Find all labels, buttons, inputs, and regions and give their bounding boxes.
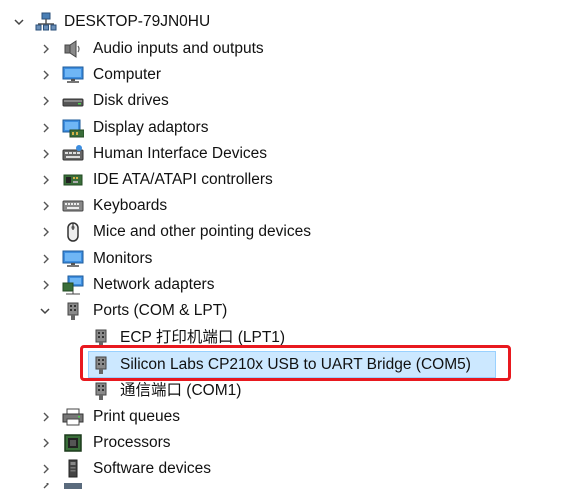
- tree-root-row[interactable]: DESKTOP-79JN0HU: [0, 9, 572, 35]
- monitor-icon: [62, 65, 84, 85]
- monitor-icon: [62, 249, 84, 269]
- tree-root-label: DESKTOP-79JN0HU: [64, 13, 211, 30]
- chevron-right-icon[interactable]: [40, 148, 52, 160]
- tree-category-row[interactable]: IDE ATA/ATAPI controllers: [0, 167, 572, 193]
- tree-device-label: 通信端口 (COM1): [120, 382, 242, 399]
- chevron-right-icon[interactable]: [40, 174, 52, 186]
- chevron-down-icon[interactable]: [13, 16, 25, 28]
- tree-category-label: Network adapters: [93, 276, 215, 293]
- device-tree: DESKTOP-79JN0HU Audio inputs and outputs…: [0, 0, 572, 489]
- chevron-right-icon[interactable]: [40, 411, 52, 423]
- mouse-icon: [62, 222, 84, 242]
- display-adapter-icon: [62, 118, 84, 138]
- tree-category-row[interactable]: Mice and other pointing devices: [0, 219, 572, 245]
- tree-category-label: Audio inputs and outputs: [93, 40, 264, 57]
- chevron-right-icon[interactable]: [40, 95, 52, 107]
- chevron-right-icon[interactable]: [40, 122, 52, 134]
- chevron-down-icon[interactable]: [39, 305, 51, 317]
- printer-icon: [62, 407, 84, 427]
- ide-controller-icon: [62, 170, 84, 190]
- tree-category-label: Mice and other pointing devices: [93, 223, 311, 240]
- keyboard-icon: [62, 196, 84, 216]
- tree-category-label: Print queues: [93, 408, 181, 425]
- tree-category-label: Display adaptors: [93, 119, 209, 136]
- tree-category-row[interactable]: Disk drives: [0, 88, 572, 114]
- speaker-icon: [62, 39, 84, 59]
- chevron-right-icon: [40, 483, 49, 489]
- network-icon: [62, 275, 84, 295]
- chevron-right-icon[interactable]: [40, 437, 52, 449]
- tree-category-row[interactable]: Print queues: [0, 404, 572, 430]
- chevron-right-icon[interactable]: [40, 279, 52, 291]
- tree-category-label: Keyboards: [93, 197, 168, 214]
- tree-category-row[interactable]: Display adaptors: [0, 115, 572, 141]
- annotation-highlight-box: [80, 345, 511, 381]
- tree-category-row[interactable]: Audio inputs and outputs: [0, 36, 572, 62]
- tree-category-row[interactable]: Ports (COM & LPT): [0, 298, 572, 324]
- tree-category-label: Computer: [93, 66, 162, 83]
- tree-category-label: Human Interface Devices: [93, 145, 268, 162]
- tree-category-row[interactable]: Software devices: [0, 456, 572, 482]
- tree-device-row[interactable]: 通信端口 (COM1): [0, 378, 572, 404]
- tree-category-row[interactable]: Keyboards: [0, 193, 572, 219]
- tree-category-label: Monitors: [93, 250, 153, 267]
- port-icon: [62, 301, 84, 321]
- tree-category-label: Processors: [93, 434, 171, 451]
- cut-off-row: [0, 483, 572, 489]
- disk-drive-icon: [62, 91, 84, 111]
- chevron-right-icon[interactable]: [40, 253, 52, 265]
- chevron-right-icon[interactable]: [40, 69, 52, 81]
- computer-tree-icon: [35, 12, 57, 32]
- tree-category-row[interactable]: Processors: [0, 430, 572, 456]
- tree-category-row[interactable]: Network adapters: [0, 272, 572, 298]
- hid-icon: [62, 144, 84, 164]
- tree-category-row[interactable]: Monitors: [0, 246, 572, 272]
- chevron-right-icon[interactable]: [40, 200, 52, 212]
- tree-category-row[interactable]: Human Interface Devices: [0, 141, 572, 167]
- processor-icon: [62, 433, 84, 453]
- device-icon-partial: [64, 483, 82, 489]
- software-device-icon: [62, 459, 84, 479]
- tree-category-label: Disk drives: [93, 92, 169, 109]
- chevron-right-icon[interactable]: [40, 463, 52, 475]
- chevron-right-icon[interactable]: [40, 226, 52, 238]
- tree-category-label: IDE ATA/ATAPI controllers: [93, 171, 273, 188]
- chevron-right-icon[interactable]: [40, 43, 52, 55]
- tree-category-row[interactable]: Computer: [0, 62, 572, 88]
- port-icon: [90, 381, 112, 401]
- tree-category-label: Software devices: [93, 460, 212, 477]
- tree-category-label: Ports (COM & LPT): [93, 302, 228, 319]
